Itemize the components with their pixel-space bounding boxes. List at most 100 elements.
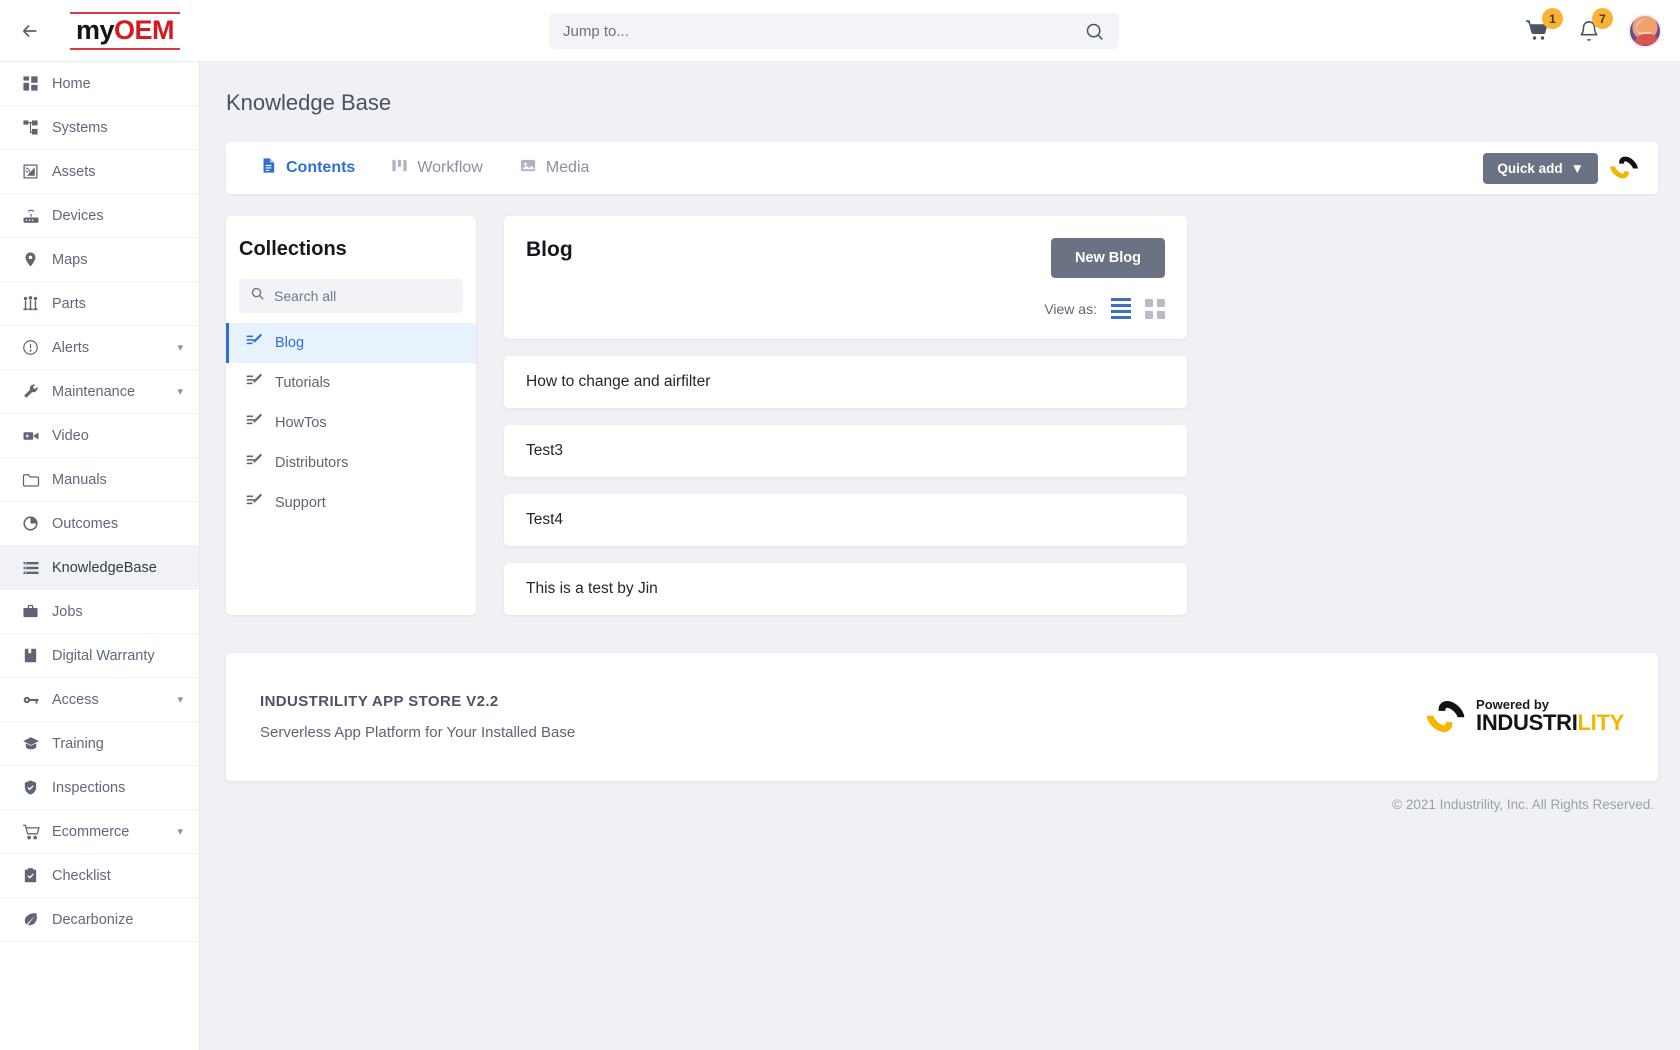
global-search[interactable] [549,13,1119,49]
sidebar-item-jobs[interactable]: Jobs [0,590,199,634]
top-bar: myOEM 1 7 [0,0,1680,62]
sidebar-item-parts[interactable]: Parts [0,282,199,326]
view-as-control: View as: [526,298,1165,319]
shopping-cart-icon [22,823,52,841]
collections-search[interactable] [239,279,463,313]
sidebar-item-alerts[interactable]: Alerts ▾ [0,326,199,370]
blog-item-title: How to change and airfilter [526,373,711,390]
back-button[interactable] [0,0,60,62]
sidebar-item-training[interactable]: Training [0,722,199,766]
page-title: Knowledge Base [226,90,392,115]
collection-item-howtos[interactable]: HowTos [226,403,476,443]
collection-item-label: Support [275,495,326,511]
chevron-down-icon[interactable]: ▾ [177,341,183,354]
sidebar-item-knowledgebase[interactable]: KnowledgeBase [0,546,199,590]
blog-list-item[interactable]: How to change and airfilter [504,356,1187,408]
sidebar-item-systems[interactable]: Systems [0,106,199,150]
alert-circle-icon [22,339,52,356]
sidebar-item-digital-warranty[interactable]: Digital Warranty [0,634,199,678]
blog-list-item[interactable]: This is a test by Jin [504,563,1187,615]
logo-text-my: my [76,14,115,45]
key-icon [22,691,52,709]
blog-header: Blog New Blog View as: [504,216,1187,339]
dashboard-icon [22,75,52,92]
blog-item-title: Test4 [526,511,564,528]
graduation-cap-icon [22,735,52,753]
collections-heading: Collections [239,238,347,260]
sidebar-item-maintenance[interactable]: Maintenance ▾ [0,370,199,414]
chevron-down-icon[interactable]: ▾ [177,693,183,706]
collection-item-distributors[interactable]: Distributors [226,443,476,483]
grid-view-icon[interactable] [1145,298,1165,319]
sidebar-item-label: Digital Warranty [52,647,155,664]
collection-item-label: Blog [275,335,305,351]
article-icon [246,412,263,434]
blog-list-item[interactable]: Test3 [504,425,1187,477]
sidebar-item-access[interactable]: Access ▾ [0,678,199,722]
quick-add-label: Quick add [1497,160,1563,176]
top-bar-actions: 1 7 [1524,0,1662,62]
collection-item-tutorials[interactable]: Tutorials [226,363,476,403]
chevron-down-icon[interactable]: ▾ [177,825,183,838]
asset-cast-icon [22,163,52,180]
list-view-icon[interactable] [1111,298,1131,319]
article-icon [246,332,263,354]
sidebar-item-inspections[interactable]: Inspections [0,766,199,810]
collection-item-blog[interactable]: Blog [226,323,476,363]
app-logo[interactable]: myOEM [70,11,181,50]
new-blog-button[interactable]: New Blog [1050,238,1165,278]
chevron-down-icon: ▼ [1570,160,1584,176]
sidebar-item-label: Manuals [52,471,107,488]
sidebar-item-maps[interactable]: Maps [0,238,199,282]
main-content: Knowledge Base Contents Workflow Media Q… [200,62,1680,1050]
tab-contents[interactable]: Contents [242,142,373,194]
sidebar-item-video[interactable]: Video [0,414,199,458]
sidebar-item-label: Outcomes [52,515,119,532]
arrow-left-icon [22,24,37,37]
sidebar-item-decarbonize[interactable]: Decarbonize [0,898,199,942]
collection-item-support[interactable]: Support [226,483,476,523]
sidebar-item-devices[interactable]: Devices [0,194,199,238]
sidebar-item-label: Jobs [52,603,83,620]
sidebar-item-home[interactable]: Home [0,62,199,106]
sidebar-item-outcomes[interactable]: Outcomes [0,502,199,546]
sidebar-item-checklist[interactable]: Checklist [0,854,199,898]
tab-bar-actions: Quick add ▼ [1483,152,1642,184]
tab-bar: Contents Workflow Media Quick add ▼ [226,142,1658,194]
tab-media[interactable]: Media [501,142,608,194]
article-icon [246,452,263,474]
chevron-down-icon[interactable]: ▾ [177,385,183,398]
article-icon [246,492,263,514]
sidebar-item-label: Inspections [52,779,126,796]
sidebar-item-label: Parts [52,295,86,312]
clipboard-check-icon [22,867,52,884]
sidebar-item-label: Maps [52,251,88,268]
search-icon[interactable] [1084,21,1119,42]
sidebar-item-label: Access [52,691,99,708]
blog-list-item[interactable]: Test4 [504,494,1187,546]
sidebar-item-label: Maintenance [52,383,136,400]
router-icon [22,207,52,225]
search-input[interactable] [549,22,1084,40]
notifications-button[interactable]: 7 [1578,8,1613,43]
tab-workflow[interactable]: Workflow [373,142,501,194]
quick-add-button[interactable]: Quick add ▼ [1483,152,1598,184]
pie-chart-icon [22,515,52,532]
sidebar-item-label: Assets [52,163,96,180]
sidebar-item-ecommerce[interactable]: Ecommerce ▾ [0,810,199,854]
collection-item-label: Tutorials [275,375,331,391]
sidebar-item-manuals[interactable]: Manuals [0,458,199,502]
sidebar-item-assets[interactable]: Assets [0,150,199,194]
collections-search-input[interactable] [274,288,455,304]
sidebar-item-label: Video [52,427,89,444]
copyright-text: © 2021 Industrility, Inc. All Rights Res… [1392,797,1654,812]
blog-item-title: This is a test by Jin [526,580,658,597]
industrility-mark-icon [1606,152,1642,183]
collection-item-label: Distributors [275,455,349,471]
document-icon [260,156,277,180]
sidebar-item-label: Systems [52,119,108,136]
cart-button[interactable]: 1 [1524,8,1563,43]
search-icon [250,286,265,306]
blog-title: Blog [526,238,573,261]
avatar[interactable] [1628,14,1662,48]
